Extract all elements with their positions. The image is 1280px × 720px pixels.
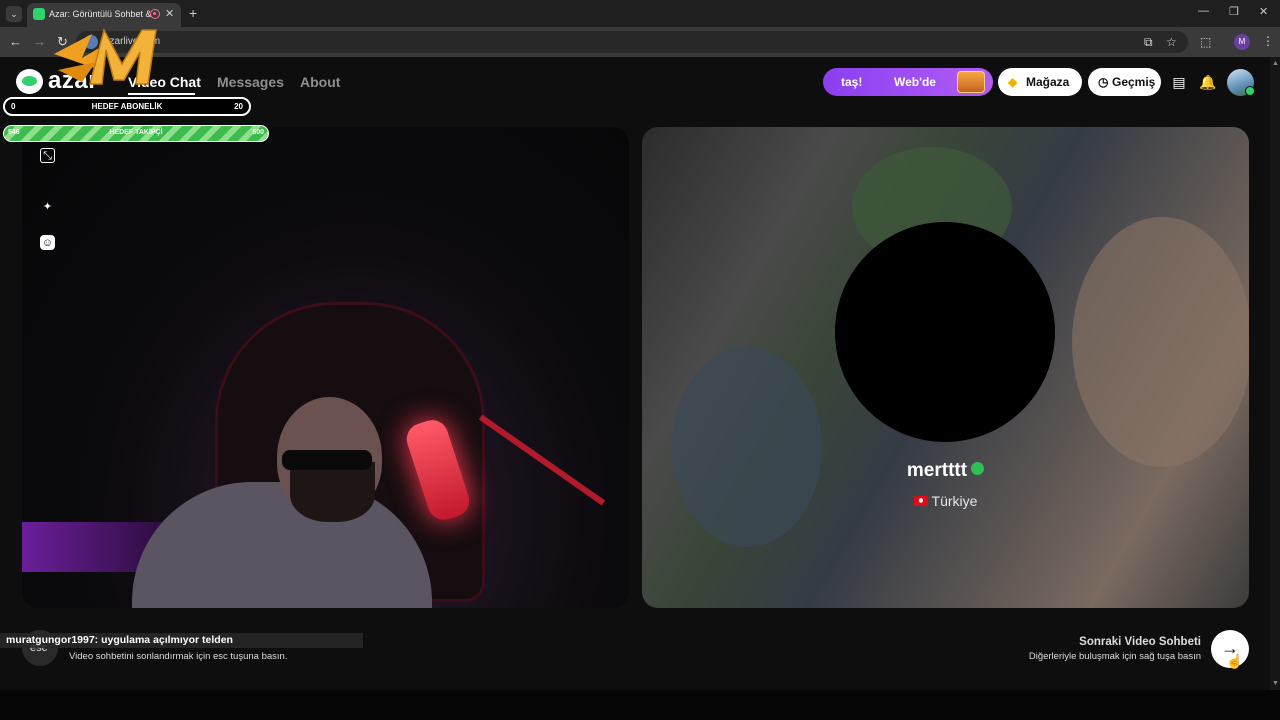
scrollbar[interactable] — [1270, 57, 1280, 690]
star-icon[interactable]: ☆ — [1166, 35, 1177, 49]
turkey-flag-icon — [913, 496, 928, 506]
profile-avatar[interactable]: M — [1234, 34, 1250, 50]
address-bar[interactable]: azarlive.com — [76, 31, 1188, 53]
minimize-video-icon[interactable]: ⤡ — [40, 148, 55, 163]
mic-arm — [478, 414, 606, 506]
tab-title: Azar: Görüntülü Sohbet & Y — [49, 9, 153, 19]
remote-video: mertttt Türkiye — [642, 127, 1249, 608]
nav-about[interactable]: About — [300, 74, 340, 90]
browser-tabbar: ⌄ Azar: Görüntülü Sohbet & Y ✕ + — ❐ ✕ — [0, 0, 1280, 27]
menu-icon[interactable]: ⋮ — [1262, 34, 1274, 48]
remote-avatar — [835, 222, 1055, 442]
restore-icon[interactable]: ❐ — [1229, 5, 1239, 18]
azar-favicon-icon — [33, 8, 45, 20]
promo-banner[interactable]: taş! Web'de — [823, 68, 993, 96]
promo-text-a: taş! — [841, 75, 863, 89]
new-tab-button[interactable]: + — [189, 5, 197, 21]
promo-text-b: Web'de — [894, 75, 936, 89]
minimize-icon[interactable]: — — [1198, 5, 1209, 17]
goal-subs-label: HEDEF ABONELİK — [91, 102, 163, 111]
remote-name-text: mertttt — [906, 460, 968, 481]
scroll-down-icon[interactable]: ▼ — [1272, 680, 1279, 687]
history-label: Geçmiş — [1112, 75, 1156, 89]
azar-logo-icon[interactable] — [16, 69, 43, 94]
person-beard — [290, 462, 375, 522]
remote-user-name[interactable]: mertttt — [642, 460, 1249, 482]
forward-icon[interactable]: → — [33, 34, 46, 49]
blur-shape — [1072, 217, 1249, 467]
verified-badge-icon — [971, 462, 985, 475]
watermark-logo — [54, 27, 157, 85]
bottom-strip — [0, 690, 1280, 720]
face-effects-icon[interactable]: ☺ — [40, 235, 55, 250]
diamond-icon: ◆ — [1008, 75, 1018, 89]
next-chat-subtitle: Diğerleriyle buluşmak için sağ tuşa bası… — [1028, 651, 1201, 662]
extensions-icon[interactable]: ⬚ — [1200, 35, 1211, 49]
window-close-icon[interactable]: ✕ — [1259, 5, 1268, 18]
store-button[interactable]: ◆ Mağaza — [998, 68, 1082, 96]
archive-icon[interactable]: ▤ — [1168, 71, 1190, 93]
nav-messages[interactable]: Messages — [217, 74, 284, 90]
scroll-up-icon[interactable]: ▲ — [1272, 60, 1279, 67]
close-icon[interactable]: ✕ — [165, 7, 174, 20]
browser-toolbar: ← → ↻ azarlive.com ⧉ ☆ ⬚ — [0, 27, 1280, 57]
remote-country: Türkiye — [642, 493, 1249, 509]
follower-goal-bar: 546 HEDEF TAKİPÇİ 500 — [3, 125, 269, 142]
subscriber-goal-bar: 0 HEDEF ABONELİK 20 — [3, 97, 251, 116]
goal-follow-end: 500 — [252, 129, 264, 136]
magic-wand-icon[interactable]: ✦ — [40, 200, 55, 215]
blur-shape — [672, 347, 822, 547]
hand-cursor-icon: ☝ — [1226, 653, 1244, 669]
goal-follow-label: HEDEF TAKİPÇİ — [109, 129, 163, 136]
stream-chat-message: muratgungor1997: uygulama açılmıyor teld… — [0, 633, 363, 648]
record-icon — [150, 9, 160, 19]
clock-icon: ◷ — [1098, 75, 1109, 89]
cast-icon[interactable]: ⧉ — [1144, 35, 1153, 50]
local-video — [22, 127, 629, 608]
tab-list-icon[interactable]: ⌄ — [6, 6, 22, 22]
goal-subs-end: 20 — [234, 102, 243, 111]
treasure-chest-icon — [957, 71, 985, 93]
esc-hint: Video sohbetini sonlandırmak için esc tu… — [69, 651, 288, 662]
country-text: Türkiye — [931, 493, 978, 509]
back-icon[interactable]: ← — [9, 34, 22, 49]
avatar-badge — [1245, 86, 1255, 96]
history-button[interactable]: ◷ Geçmiş — [1088, 68, 1161, 96]
next-chat-title: Sonraki Video Sohbeti — [1079, 636, 1201, 648]
sunglasses — [282, 450, 372, 470]
store-label: Mağaza — [1026, 75, 1070, 89]
bell-icon[interactable]: 🔔 — [1197, 71, 1219, 93]
